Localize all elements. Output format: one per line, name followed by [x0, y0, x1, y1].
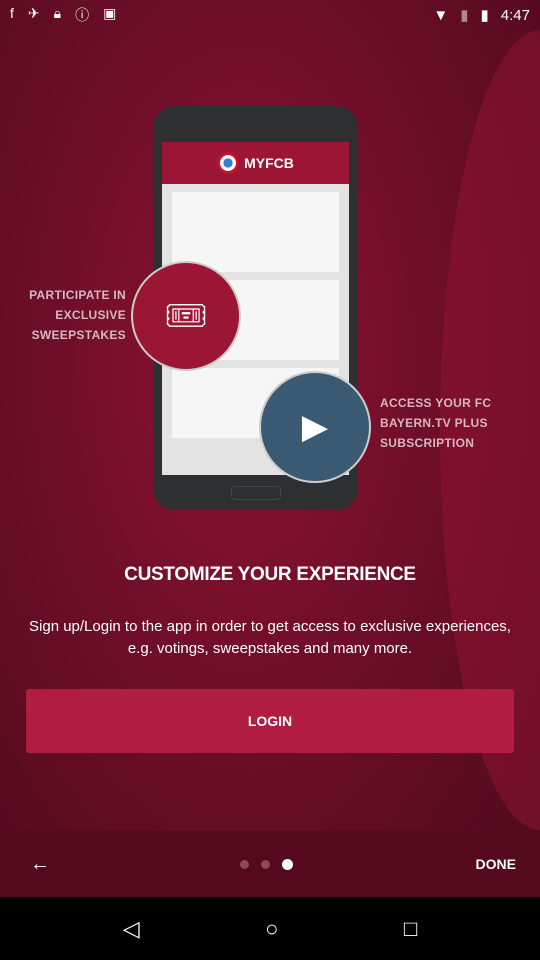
ticket-icon: 🎟︎: [131, 261, 241, 371]
description: Sign up/Login to the app in order to get…: [29, 618, 511, 657]
tv-play-icon: ▶: [259, 371, 371, 483]
home-button-illustration: [231, 486, 281, 500]
clock: 4:47: [500, 6, 530, 24]
login-button[interactable]: LOGIN: [26, 689, 514, 753]
page-indicator: [240, 858, 293, 870]
recents-nav-icon[interactable]: □: [404, 916, 417, 942]
page-dot-active: [282, 858, 293, 870]
back-nav-icon[interactable]: ◁: [123, 916, 140, 942]
home-nav-icon[interactable]: ○: [265, 916, 278, 942]
pager-bar: ← DONE: [0, 831, 540, 897]
tv-caption: ACCESS YOUR FC BAYERN.TV PLUS SUBSCRIPTI…: [380, 396, 492, 450]
battery-icon: ▮: [480, 7, 489, 24]
app-title: MYFCB: [244, 155, 294, 171]
fcb-logo-icon: [217, 152, 240, 174]
sweepstakes-caption: PARTICIPATE IN EXCLUSIVE SWEEPSTAKES: [29, 288, 126, 342]
placeholder-card: [172, 192, 339, 272]
satellite-icon: ✈: [27, 5, 40, 21]
alert-icon: ⓘ: [75, 7, 90, 23]
lock-icon: 🔒︎: [53, 5, 62, 21]
done-button[interactable]: DONE: [476, 856, 516, 872]
navigation-bar: ◁ ○ □: [0, 897, 540, 960]
status-bar: f ✈ 🔒︎ ⓘ ▣ ▼ ▮ ▮ 4:47: [0, 0, 540, 30]
back-arrow-icon[interactable]: ←: [30, 853, 50, 876]
no-sim-icon: ▮: [460, 7, 469, 24]
facebook-icon: f: [10, 5, 14, 21]
page-title: CUSTOMIZE YOUR EXPERIENCE: [124, 564, 416, 585]
android-icon: ▣: [103, 5, 117, 21]
wifi-icon: ▼: [433, 6, 449, 24]
page-dot: [261, 859, 270, 869]
page-dot: [240, 859, 249, 869]
